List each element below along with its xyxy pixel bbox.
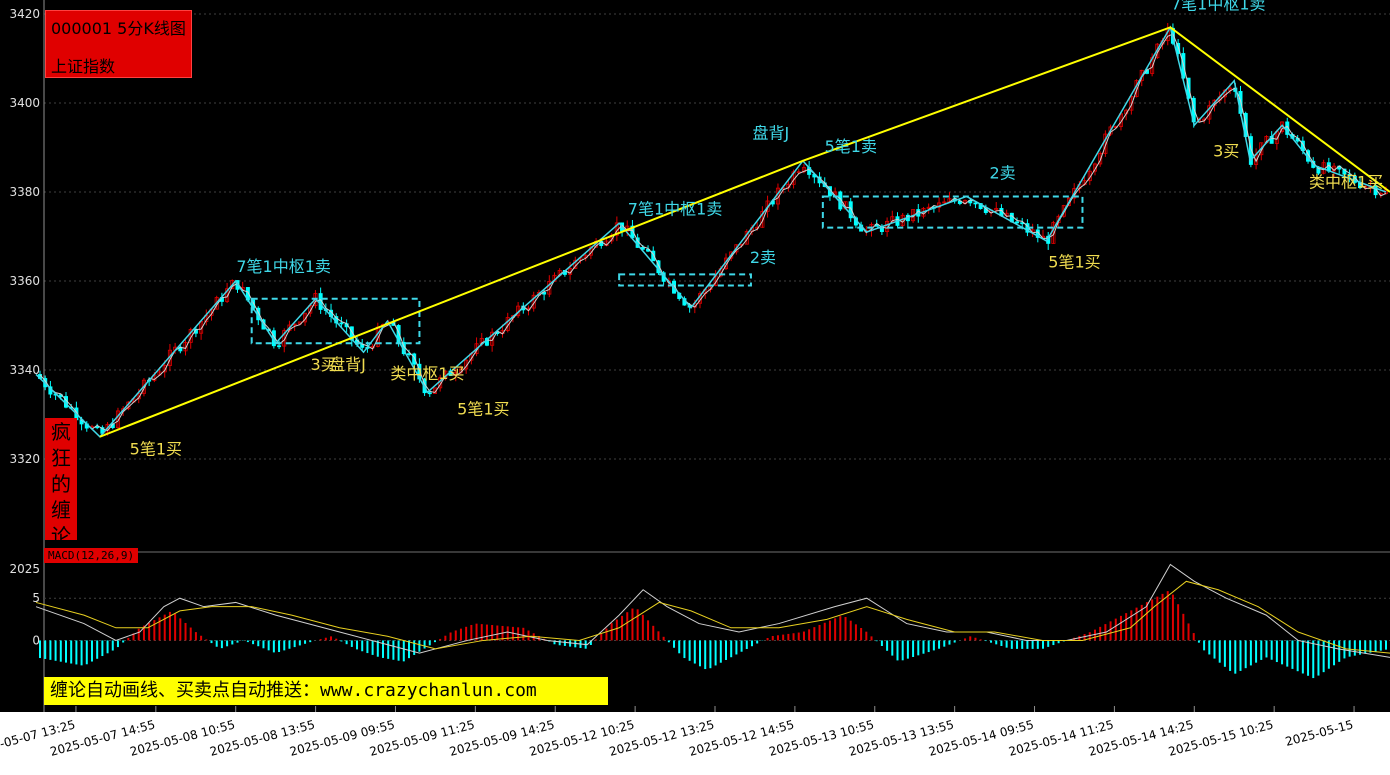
signal-annotation: 2卖	[750, 248, 776, 267]
macd-tick-label: 0	[32, 633, 40, 647]
price-tick-label: 3320	[9, 452, 40, 466]
signal-annotation: 7笔1中枢1卖	[236, 257, 331, 276]
brand-char: 缠	[51, 498, 71, 522]
index-name: 上证指数	[51, 57, 116, 76]
signal-annotation: 7笔1中枢1卖	[1171, 0, 1266, 14]
banner-url[interactable]: www.crazychanlun.com	[320, 680, 537, 701]
signal-annotation: 类中枢1买	[1309, 173, 1383, 192]
brand-char: 论	[51, 524, 71, 548]
banner-text: 缠论自动画线、买卖点自动推送：	[50, 680, 320, 701]
macd-label: MACD(12,26,9)	[44, 548, 139, 563]
signal-annotation: 7笔1中枢1卖	[628, 199, 723, 218]
candle-body	[1015, 221, 1020, 224]
signal-annotation: 2卖	[989, 164, 1015, 183]
signal-annotation: 3买	[1213, 141, 1239, 160]
candle-body	[277, 345, 282, 348]
price-tick-label: 3400	[9, 96, 40, 110]
price-tick-label: 3340	[9, 363, 40, 377]
brand-char: 的	[51, 472, 71, 496]
price-tick-label: 3380	[9, 185, 40, 199]
signal-annotation: 5笔1买	[1048, 253, 1100, 272]
price-tick-label: 3420	[9, 7, 40, 21]
macd-top-label: 2025	[9, 562, 40, 576]
signal-annotation: 5笔1买	[130, 440, 182, 459]
brand-char: 狂	[51, 446, 71, 470]
signal-annotation: 盘背J	[753, 124, 790, 143]
signal-annotation: 盘背J	[329, 355, 366, 374]
brand-vertical-box: 疯 狂 的 缠 论	[45, 418, 77, 548]
candle-body	[95, 426, 100, 429]
signal-annotation: 5笔1买	[457, 400, 509, 419]
promo-banner: 缠论自动画线、买卖点自动推送：www.crazychanlun.com	[44, 677, 608, 705]
signal-annotation: 类中枢1买	[390, 364, 464, 383]
brand-char: 疯	[51, 420, 71, 444]
candle-body	[427, 392, 432, 395]
kline-chart: 3320334033603380340034200520257笔1中枢1卖3买盘…	[0, 0, 1390, 775]
candle-body	[339, 322, 344, 325]
chart-code-title: 000001 5分K线图	[51, 19, 186, 38]
signal-annotation: 5笔1卖	[825, 137, 877, 156]
price-tick-label: 3360	[9, 274, 40, 288]
title-box: 000001 5分K线图 上证指数	[45, 10, 192, 78]
candle-body	[973, 202, 978, 205]
